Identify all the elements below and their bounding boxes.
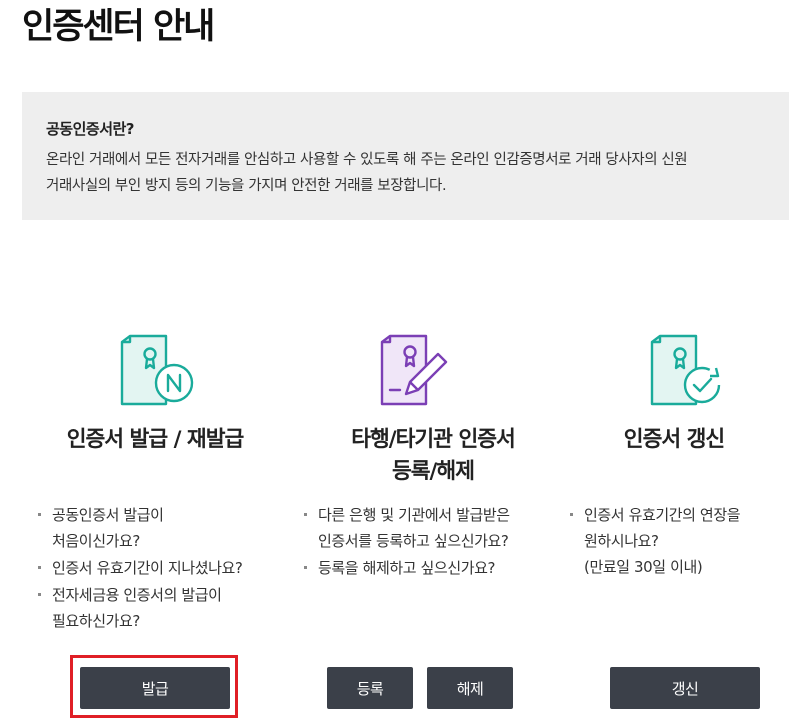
certificate-new-icon xyxy=(114,328,194,414)
list-item: 공동인증서 발급이 처음이신가요? xyxy=(36,502,286,554)
info-title: 공동인증서란? xyxy=(46,120,135,138)
list-item: 다른 은행 및 기관에서 발급받은 인증서를 등록하고 싶으신가요? xyxy=(302,502,552,554)
unregister-button[interactable]: 해제 xyxy=(427,667,513,709)
card-title: 인증서 발급 / 재발급 xyxy=(66,427,245,452)
issue-button-highlight xyxy=(70,655,238,718)
list-item: 등록을 해제하고 싶으신가요? xyxy=(302,555,552,581)
certificate-renew-icon xyxy=(644,328,724,414)
list-item: 인증서 유효기간이 지나셨나요? xyxy=(36,555,286,581)
register-button[interactable]: 등록 xyxy=(327,667,413,709)
list-item: 인증서 유효기간의 연장을 원하시나요? (만료일 30일 이내) xyxy=(568,502,788,580)
info-line: 온라인 거래에서 모든 전자거래를 안심하고 사용할 수 있도록 해 주는 온라… xyxy=(46,152,688,168)
card-bullet-list: 인증서 유효기간의 연장을 원하시나요? (만료일 30일 이내) xyxy=(568,502,788,581)
renew-button[interactable]: 갱신 xyxy=(610,667,760,709)
certificate-info-box: 공동인증서란? 온라인 거래에서 모든 전자거래를 안심하고 사용할 수 있도록… xyxy=(22,92,789,220)
info-line: 거래사실의 부인 방지 등의 기능을 가지며 안전한 거래를 보장합니다. xyxy=(46,178,447,194)
info-description: 온라인 거래에서 모든 전자거래를 안심하고 사용할 수 있도록 해 주는 온라… xyxy=(46,147,789,199)
card-bullet-list: 공동인증서 발급이 처음이신가요? 인증서 유효기간이 지나셨나요? 전자세금용 … xyxy=(36,502,286,635)
page-title: 인증센터 안내 xyxy=(22,7,215,47)
card-bullet-list: 다른 은행 및 기관에서 발급받은 인증서를 등록하고 싶으신가요? 등록을 해제… xyxy=(302,502,552,582)
card-title: 인증서 갱신 xyxy=(623,427,725,452)
list-item: 전자세금용 인증서의 발급이 필요하신가요? xyxy=(36,582,286,634)
renew-period-note: (만료일 30일 이내) xyxy=(584,558,703,576)
certificate-edit-icon xyxy=(374,328,454,414)
